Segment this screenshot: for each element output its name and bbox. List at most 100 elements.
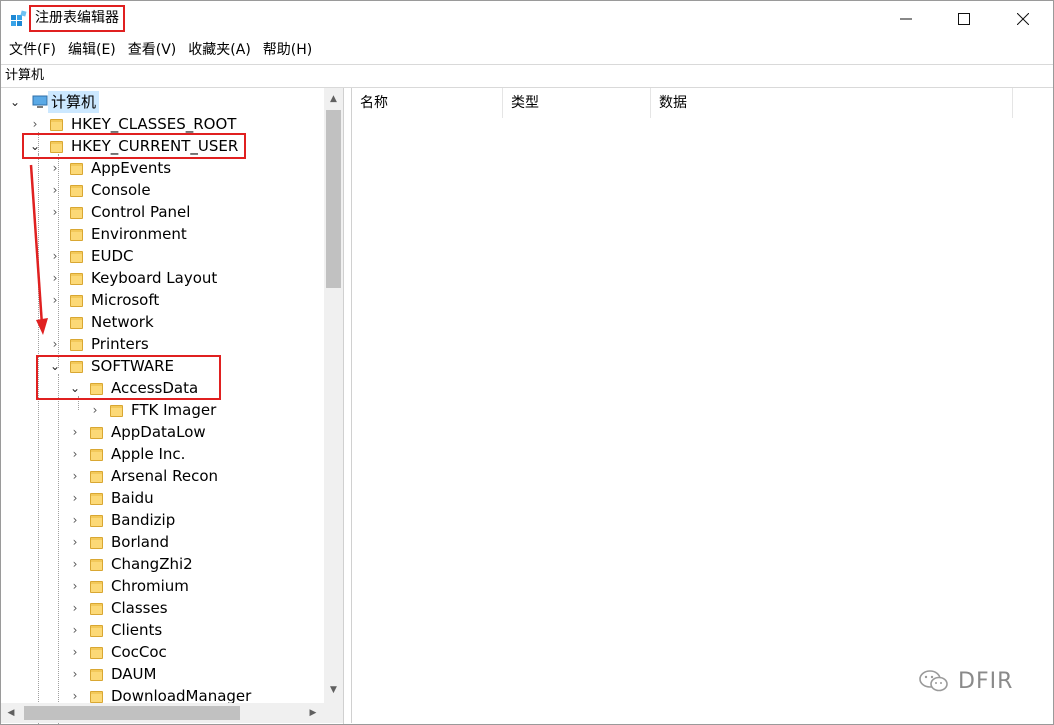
tree-item-label: AppDataLow <box>111 423 206 441</box>
chevron-right-icon[interactable]: › <box>28 113 42 135</box>
tree-item-coccoc[interactable]: › CocCoc <box>0 641 330 663</box>
tree-item-label: Keyboard Layout <box>91 269 218 287</box>
tree-item-hkey-classes-root[interactable]: › HKEY_CLASSES_ROOT <box>0 113 330 135</box>
folder-icon <box>90 469 103 483</box>
tree-item-label: Baidu <box>111 489 154 507</box>
folder-icon <box>90 447 103 461</box>
folder-icon <box>90 667 103 681</box>
maximize-icon <box>958 13 970 25</box>
tree-item-label: FTK Imager <box>131 401 217 419</box>
tree-item-borland[interactable]: › Borland <box>0 531 330 553</box>
scroll-left-icon[interactable]: ◀ <box>2 703 20 723</box>
chevron-right-icon[interactable]: › <box>68 509 82 531</box>
menu-file[interactable]: 文件(F) <box>3 39 62 61</box>
registry-editor-icon <box>11 10 27 26</box>
tree-item-label: Borland <box>111 533 170 551</box>
folder-icon <box>70 337 83 351</box>
close-button[interactable] <box>994 0 1052 38</box>
folder-icon <box>90 513 103 527</box>
tree-item-baidu[interactable]: › Baidu <box>0 487 330 509</box>
folder-icon <box>50 117 63 131</box>
folder-icon <box>90 645 103 659</box>
column-header-type[interactable]: 类型 <box>503 88 651 118</box>
tree-item-label: Bandizip <box>111 511 176 529</box>
menu-view[interactable]: 查看(V) <box>122 39 183 61</box>
watermark: DFIR <box>918 666 1028 696</box>
folder-icon <box>110 403 123 417</box>
tree-item-label: ChangZhi2 <box>111 555 193 573</box>
tree-item-label: Microsoft <box>91 291 160 309</box>
chevron-right-icon[interactable]: › <box>68 487 82 509</box>
tree-item-label: Apple Inc. <box>111 445 186 463</box>
chevron-right-icon[interactable]: › <box>68 421 82 443</box>
chevron-right-icon[interactable]: › <box>68 443 82 465</box>
tree-item-label: Environment <box>91 225 187 243</box>
chevron-right-icon[interactable]: › <box>88 399 102 421</box>
tree-item-arsenal-recon[interactable]: › Arsenal Recon <box>0 465 330 487</box>
address-bar[interactable]: 计算机 <box>0 64 1054 88</box>
tree-item-ftk-imager[interactable]: › FTK Imager <box>0 399 330 421</box>
folder-icon <box>90 689 103 703</box>
folder-icon <box>90 491 103 505</box>
folder-icon <box>90 535 103 549</box>
tree-item-label: EUDC <box>91 247 134 265</box>
minimize-icon <box>900 18 912 20</box>
chevron-right-icon[interactable]: › <box>68 531 82 553</box>
window-title: 注册表编辑器 <box>29 5 125 32</box>
chevron-right-icon[interactable]: › <box>68 619 82 641</box>
chevron-right-icon[interactable]: › <box>68 641 82 663</box>
tree-item-label: DAUM <box>111 665 157 683</box>
tree-horizontal-scrollbar[interactable]: ◀ ▶ <box>0 703 324 723</box>
menu-favorites[interactable]: 收藏夹(A) <box>182 39 257 61</box>
highlight-hkcu <box>22 133 246 159</box>
scroll-up-icon[interactable]: ▲ <box>324 90 343 108</box>
tree-item-classes[interactable]: › Classes <box>0 597 330 619</box>
chevron-right-icon[interactable]: › <box>68 663 82 685</box>
tree-item-appdatalow[interactable]: › AppDataLow <box>0 421 330 443</box>
scroll-down-icon[interactable]: ▼ <box>324 681 343 699</box>
scroll-right-icon[interactable]: ▶ <box>304 703 322 723</box>
chevron-right-icon[interactable]: › <box>68 465 82 487</box>
title-bar: 注册表编辑器 <box>0 0 1054 38</box>
menu-help[interactable]: 帮助(H) <box>257 39 318 61</box>
tree-item-label: Printers <box>91 335 149 353</box>
highlight-software-accessdata <box>36 355 221 400</box>
scroll-thumb[interactable] <box>326 110 341 288</box>
tree-vertical-scrollbar[interactable]: ▲ ▼ <box>324 88 343 703</box>
column-header-data[interactable]: 数据 <box>651 88 1013 118</box>
menu-edit[interactable]: 编辑(E) <box>62 39 122 61</box>
maximize-button[interactable] <box>935 0 993 38</box>
folder-icon <box>90 623 103 637</box>
tree-item-label: Chromium <box>111 577 189 595</box>
tree-item-clients[interactable]: › Clients <box>0 619 330 641</box>
chevron-down-icon[interactable]: ⌄ <box>8 91 22 113</box>
computer-icon <box>32 95 48 108</box>
tree-item-label: Network <box>91 313 154 331</box>
folder-icon <box>70 293 83 307</box>
tree-item-bandizip[interactable]: › Bandizip <box>0 509 330 531</box>
folder-icon <box>90 425 103 439</box>
folder-icon <box>70 227 83 241</box>
chevron-right-icon[interactable]: › <box>68 553 82 575</box>
tree-item-daum[interactable]: › DAUM <box>0 663 330 685</box>
column-header-name[interactable]: 名称 <box>352 88 503 118</box>
tree-item-label: Clients <box>111 621 163 639</box>
value-list[interactable]: 名称 类型 数据 <box>351 88 1051 723</box>
chevron-right-icon[interactable]: › <box>68 597 82 619</box>
scroll-corner <box>324 703 343 723</box>
minimize-button[interactable] <box>877 0 935 38</box>
scroll-thumb[interactable] <box>24 706 240 720</box>
tree-item-chromium[interactable]: › Chromium <box>0 575 330 597</box>
tree-item-label: AppEvents <box>91 159 172 177</box>
tree-item-changzhi2[interactable]: › ChangZhi2 <box>0 553 330 575</box>
folder-icon <box>70 271 83 285</box>
tree-item-label: Arsenal Recon <box>111 467 219 485</box>
tree-item-label: Classes <box>111 599 168 617</box>
tree-item-computer[interactable]: ⌄ 计算机 <box>0 91 330 113</box>
chevron-right-icon[interactable]: › <box>68 575 82 597</box>
close-icon <box>1017 13 1029 25</box>
tree-item-label: HKEY_CLASSES_ROOT <box>71 115 237 133</box>
red-arrow-icon <box>29 164 48 335</box>
tree-item-apple-inc[interactable]: › Apple Inc. <box>0 443 330 465</box>
folder-icon <box>70 315 83 329</box>
